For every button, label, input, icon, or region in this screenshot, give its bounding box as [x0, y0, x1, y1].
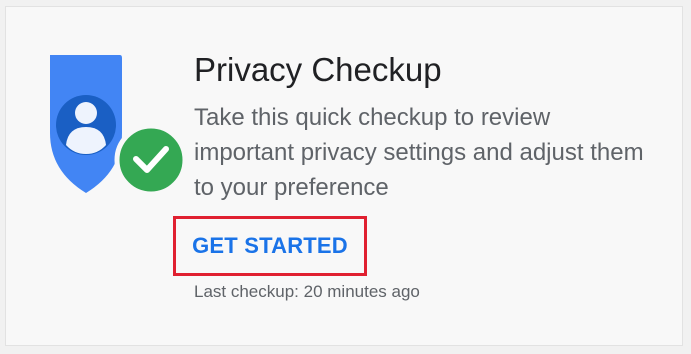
check-badge-icon [114, 123, 188, 197]
shield-user-icon [50, 55, 188, 197]
card-title: Privacy Checkup [194, 51, 442, 88]
get-started-button[interactable]: GET STARTED [173, 216, 367, 276]
privacy-checkup-card: Privacy Checkup Take this quick checkup … [5, 6, 683, 346]
last-checkup-text: Last checkup: 20 minutes ago [194, 282, 420, 301]
card-description: Take this quick checkup to review import… [194, 104, 644, 201]
